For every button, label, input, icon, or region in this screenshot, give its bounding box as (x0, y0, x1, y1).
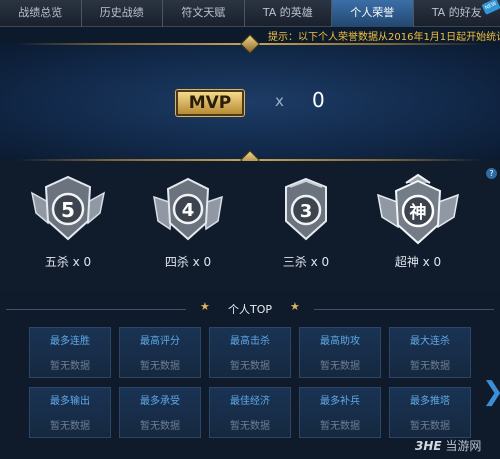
next-page-arrow-icon[interactable]: ❯ (482, 377, 500, 407)
watermark-text: 当游网 (445, 439, 482, 453)
star-icon: ★ (290, 300, 300, 313)
mvp-badge: MVP (176, 90, 244, 116)
top-cell-title: 最多输出 (50, 396, 90, 407)
top-cell-title: 最佳经济 (230, 396, 270, 407)
top-cell-value: 暂无数据 (320, 421, 360, 432)
medal-penta-kill: 5 五杀 x 0 (20, 173, 116, 270)
tab-runes-talents[interactable]: 符文天赋 (163, 0, 245, 27)
watermark: 3HE 当游网 (415, 437, 481, 454)
top-cell-most-creep-score[interactable]: 最多补兵 暂无数据 (299, 387, 381, 438)
top-cell-title: 最高助攻 (320, 336, 360, 347)
top-cell-most-damage-dealt[interactable]: 最多输出 暂无数据 (29, 387, 111, 438)
notice-text: 提示：以下个人荣誉数据从2016年1月1日起开始统计 (268, 32, 500, 43)
svg-text:4: 4 (182, 200, 195, 221)
tab-match-overview[interactable]: 战绩总览 (0, 0, 82, 27)
medal-label: 三杀 x 0 (282, 255, 330, 269)
new-badge: NEW (481, 0, 500, 15)
personal-top-header: ★ 个人TOP ★ (0, 299, 500, 319)
top-cell-value: 暂无数据 (410, 421, 450, 432)
svg-text:神: 神 (410, 202, 427, 223)
multikill-medals: ? 5 五杀 x 0 4 四杀 x 0 3 三杀 x 0 神 超神 x 0 (0, 161, 500, 291)
quadra-kill-medal-icon: 4 (153, 177, 223, 241)
top-cell-value: 暂无数据 (140, 421, 180, 432)
top-cell-title: 最多补兵 (320, 396, 360, 407)
top-cell-title: 最高评分 (140, 336, 180, 347)
medal-label: 四杀 x 0 (164, 255, 212, 269)
tab-their-heroes[interactable]: TA 的英雄 (245, 0, 333, 27)
tab-bar: 战绩总览 历史战绩 符文天赋 TA 的英雄 个人荣誉 TA 的好友 NEW (0, 0, 500, 27)
tab-match-history[interactable]: 历史战绩 (82, 0, 164, 27)
top-cell-most-damage-taken[interactable]: 最多承受 暂无数据 (119, 387, 201, 438)
top-cell-value: 暂无数据 (230, 421, 270, 432)
tab-personal-honor[interactable]: 个人荣誉 (332, 0, 414, 27)
top-cell-title: 最多推塔 (410, 396, 450, 407)
tab-their-friends-label: TA 的好友 (431, 6, 482, 19)
medal-legendary: 神 超神 x 0 (370, 173, 466, 270)
medal-label: 超神 x 0 (394, 255, 442, 269)
top-cell-most-assists[interactable]: 最高助攻 暂无数据 (299, 327, 381, 378)
legendary-medal-icon: 神 (377, 173, 459, 245)
top-cell-title: 最多承受 (140, 396, 180, 407)
top-cell-most-towers[interactable]: 最多推塔 暂无数据 (389, 387, 471, 438)
top-cell-most-kills[interactable]: 最高击杀 暂无数据 (209, 327, 291, 378)
mvp-multiplier: x (275, 92, 284, 110)
tab-their-friends[interactable]: TA 的好友 NEW (414, 0, 500, 27)
medal-quadra-kill: 4 四杀 x 0 (140, 173, 236, 270)
mvp-count: 0 (312, 88, 325, 112)
watermark-brand: 3HE (415, 439, 442, 453)
top-cell-value: 暂无数据 (50, 361, 90, 372)
top-cell-value: 暂无数据 (410, 361, 450, 372)
top-cell-value: 暂无数据 (50, 421, 90, 432)
svg-text:3: 3 (300, 201, 313, 222)
triple-kill-medal-icon: 3 (285, 177, 327, 241)
medal-label: 五杀 x 0 (44, 255, 92, 269)
top-cell-most-win-streak[interactable]: 最多连胜 暂无数据 (29, 327, 111, 378)
top-cell-highest-rating[interactable]: 最高评分 暂无数据 (119, 327, 201, 378)
help-icon[interactable]: ? (486, 168, 497, 179)
mvp-panel: MVP x 0 (0, 34, 500, 170)
personal-top-section: ★ 个人TOP ★ 最多连胜 暂无数据 最高评分 暂无数据 最高击杀 暂无数据 … (0, 291, 500, 459)
personal-top-title: 个人TOP (227, 303, 272, 316)
top-cell-title: 最多连胜 (50, 336, 90, 347)
top-cell-value: 暂无数据 (230, 361, 270, 372)
top-cell-longest-killing-spree[interactable]: 最大连杀 暂无数据 (389, 327, 471, 378)
top-cell-value: 暂无数据 (140, 361, 180, 372)
penta-kill-medal-icon: 5 (30, 175, 106, 241)
top-cell-best-economy[interactable]: 最佳经济 暂无数据 (209, 387, 291, 438)
medal-triple-kill: 3 三杀 x 0 (258, 173, 354, 270)
top-cell-title: 最大连杀 (410, 336, 450, 347)
top-cell-title: 最高击杀 (230, 336, 270, 347)
top-cell-value: 暂无数据 (320, 361, 360, 372)
svg-text:5: 5 (61, 198, 75, 222)
